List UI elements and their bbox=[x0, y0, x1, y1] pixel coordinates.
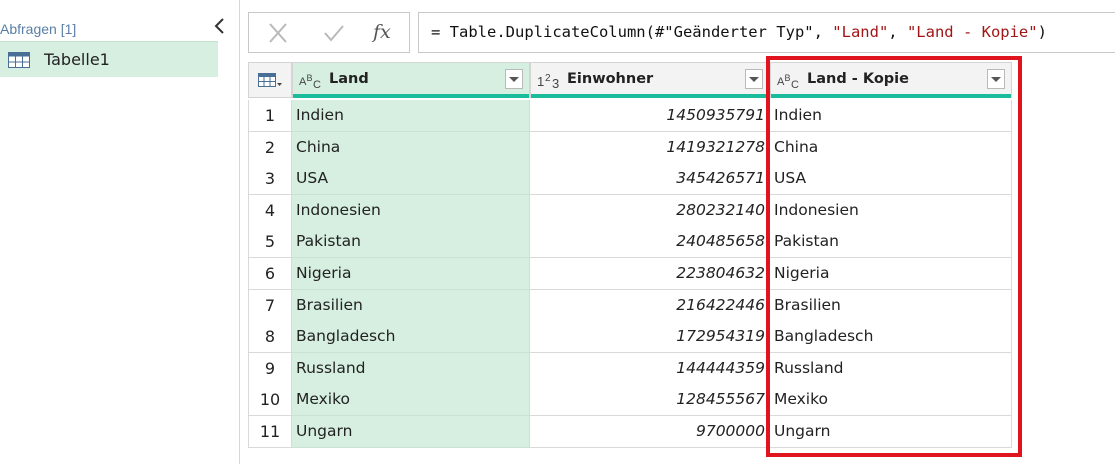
formula-string-token: "Land - Kopie" bbox=[906, 23, 1038, 41]
cell-land-kopie[interactable]: Indonesien bbox=[770, 194, 1012, 227]
cell-land-kopie[interactable]: Pakistan bbox=[770, 226, 1012, 259]
cell-einwohner[interactable]: 345426571 bbox=[530, 163, 770, 196]
cell-land-kopie[interactable]: Mexiko bbox=[770, 384, 1012, 417]
queries-header: Abfragen [1] bbox=[0, 21, 77, 37]
number-type-icon[interactable]: 123 bbox=[537, 72, 565, 94]
row-number[interactable]: 8 bbox=[248, 321, 292, 354]
cell-land-kopie[interactable]: Indien bbox=[770, 100, 1012, 132]
formula-token: = Table.DuplicateColumn(#"Geänderter Typ… bbox=[431, 23, 833, 41]
formula-buttons: fx bbox=[248, 12, 410, 53]
queries-pane: Abfragen [1] Tabelle1 bbox=[0, 0, 240, 464]
column-header-land[interactable]: A B C Land bbox=[292, 62, 530, 98]
column-header-land-kopie[interactable]: A B C Land - Kopie bbox=[770, 62, 1012, 98]
formula-string-token: "Land" bbox=[832, 23, 889, 41]
svg-text:B: B bbox=[785, 73, 791, 83]
cell-land-kopie[interactable]: Brasilien bbox=[770, 289, 1012, 322]
cell-land[interactable]: Ungarn bbox=[292, 416, 530, 448]
formula-token: , bbox=[888, 23, 907, 41]
column-name: Einwohner bbox=[567, 71, 654, 87]
svg-text:3: 3 bbox=[552, 76, 559, 90]
text-type-icon[interactable]: ABC bbox=[299, 72, 323, 94]
text-type-icon[interactable]: ABC bbox=[777, 72, 801, 94]
cell-einwohner[interactable]: 216422446 bbox=[530, 289, 770, 322]
filter-dropdown-icon[interactable] bbox=[987, 69, 1005, 89]
row-number[interactable]: 9 bbox=[248, 352, 292, 385]
cell-einwohner[interactable]: 280232140 bbox=[530, 194, 770, 227]
svg-text:1: 1 bbox=[537, 74, 544, 89]
fx-button[interactable]: fx bbox=[373, 21, 399, 45]
cell-land[interactable]: Bangladesch bbox=[292, 321, 530, 354]
cell-land[interactable]: Mexiko bbox=[292, 384, 530, 417]
cell-einwohner[interactable]: 1419321278 bbox=[530, 131, 770, 164]
row-number[interactable]: 5 bbox=[248, 226, 292, 259]
svg-text:2: 2 bbox=[545, 73, 551, 84]
column-quality-bar bbox=[531, 94, 769, 98]
cell-einwohner[interactable]: 223804632 bbox=[530, 258, 770, 290]
cell-land[interactable]: Indien bbox=[292, 100, 530, 132]
svg-text:C: C bbox=[313, 79, 321, 90]
cancel-x-icon[interactable] bbox=[265, 21, 291, 45]
table-menu-button[interactable] bbox=[248, 62, 292, 98]
cell-land-kopie[interactable]: Ungarn bbox=[770, 416, 1012, 448]
cell-land-kopie[interactable]: China bbox=[770, 131, 1012, 164]
row-number[interactable]: 4 bbox=[248, 194, 292, 227]
column-name: Land - Kopie bbox=[807, 71, 909, 87]
cell-land[interactable]: China bbox=[292, 131, 530, 164]
row-number[interactable]: 1 bbox=[248, 100, 292, 132]
cell-einwohner[interactable]: 144444359 bbox=[530, 352, 770, 385]
cell-land-kopie[interactable]: Russland bbox=[770, 352, 1012, 385]
cell-land-kopie[interactable]: USA bbox=[770, 163, 1012, 196]
cell-einwohner[interactable]: 240485658 bbox=[530, 226, 770, 259]
row-number[interactable]: 7 bbox=[248, 289, 292, 322]
row-number[interactable]: 3 bbox=[248, 163, 292, 196]
query-item-tabelle1[interactable]: Tabelle1 bbox=[0, 41, 218, 77]
cell-land[interactable]: Nigeria bbox=[292, 258, 530, 290]
row-number[interactable]: 2 bbox=[248, 131, 292, 164]
cell-land[interactable]: Pakistan bbox=[292, 226, 530, 259]
row-number[interactable]: 11 bbox=[248, 416, 292, 448]
svg-text:B: B bbox=[307, 73, 313, 83]
formula-input[interactable]: = Table.DuplicateColumn(#"Geänderter Typ… bbox=[418, 12, 1115, 53]
collapse-chevron-icon[interactable] bbox=[212, 16, 228, 36]
cell-land[interactable]: Indonesien bbox=[292, 194, 530, 227]
cell-einwohner[interactable]: 1450935791 bbox=[530, 100, 770, 132]
row-number[interactable]: 10 bbox=[248, 384, 292, 417]
cell-land[interactable]: USA bbox=[292, 163, 530, 196]
cell-land[interactable]: Brasilien bbox=[292, 289, 530, 322]
cell-land[interactable]: Russland bbox=[292, 352, 530, 385]
row-number[interactable]: 6 bbox=[248, 258, 292, 290]
cell-einwohner[interactable]: 172954319 bbox=[530, 321, 770, 354]
checkmark-icon[interactable] bbox=[321, 21, 347, 45]
cell-einwohner[interactable]: 9700000 bbox=[530, 416, 770, 448]
query-item-label: Tabelle1 bbox=[44, 50, 110, 69]
column-quality-bar bbox=[771, 94, 1011, 98]
cell-einwohner[interactable]: 128455567 bbox=[530, 384, 770, 417]
filter-dropdown-icon[interactable] bbox=[505, 69, 523, 89]
column-quality-bar bbox=[293, 94, 529, 98]
formula-token: ) bbox=[1037, 23, 1047, 41]
table-icon bbox=[8, 52, 30, 72]
svg-text:C: C bbox=[791, 79, 799, 90]
table-menu-icon bbox=[258, 73, 282, 93]
filter-dropdown-icon[interactable] bbox=[745, 69, 763, 89]
column-name: Land bbox=[329, 71, 369, 87]
column-header-einwohner[interactable]: 1 2 3 Einwohner bbox=[530, 62, 770, 98]
cell-land-kopie[interactable]: Nigeria bbox=[770, 258, 1012, 290]
cell-land-kopie[interactable]: Bangladesch bbox=[770, 321, 1012, 354]
